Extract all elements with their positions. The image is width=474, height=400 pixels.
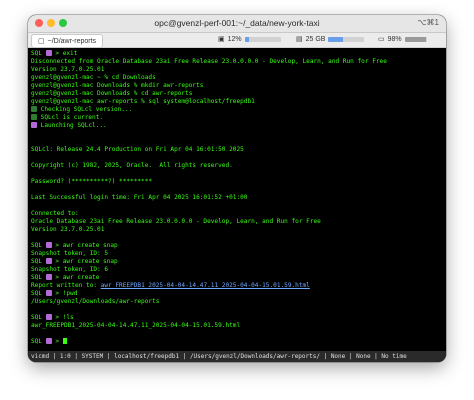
cpu-value: 12%: [227, 35, 242, 43]
terminal-line: Password? (**********?) *********: [31, 178, 152, 186]
terminal-text: > !pwd: [51, 290, 78, 297]
terminal-line: Snapshot token, ID: 5: [31, 250, 108, 258]
window-title: opc@gvenzl-perf-001:~/_data/new-york-tax…: [154, 18, 320, 28]
terminal-line: SQL > awr create snap: [31, 258, 118, 266]
terminal-text: SQL: [31, 314, 46, 321]
terminal-text: gvenzl@gvenzl-mac Downloads % cd awr-rep…: [31, 90, 193, 97]
terminal-line: Disconnected from Oracle Database 23ai F…: [31, 58, 387, 66]
cpu-icon: ▣: [218, 36, 225, 43]
terminal-line: gvenzl@gvenzl-mac Downloads % cd awr-rep…: [31, 90, 192, 98]
folder-icon: ▢: [38, 38, 45, 45]
terminal-text: Report written to:: [31, 282, 101, 289]
close-button[interactable]: [35, 19, 43, 27]
terminal-line: Version 23.7.0.25.01: [31, 226, 104, 234]
terminal-text: gvenzl@gvenzl-mac ~ % cd Downloads: [31, 74, 156, 81]
terminal-line: /Users/gvenzl/Downloads/awr-reports: [31, 298, 159, 306]
report-file-link[interactable]: awr_FREEPDB1_2025-04-04-14.47.11_2025-04…: [101, 282, 310, 289]
terminal-text: SQL: [31, 50, 46, 57]
terminal-text: Copyright (c) 1982, 2025, Oracle. All ri…: [31, 162, 233, 169]
memory-value: 25 GB: [305, 35, 326, 43]
terminal-text: gvenzl@gvenzl-mac Downloads % mkdir awr-…: [31, 82, 204, 89]
terminal-line: SQL > !pwd: [31, 290, 77, 298]
terminal-text: >: [51, 338, 63, 345]
terminal-text: SQL: [31, 242, 46, 249]
terminal-text: SQL: [31, 258, 46, 265]
text-cursor: [62, 338, 67, 344]
terminal-text: Last Successful login time: Fri Apr 04 2…: [31, 194, 248, 201]
terminal-text: Snapshot token, ID: 6: [31, 266, 109, 273]
terminal-line: SQL >: [31, 338, 67, 346]
terminal-text: Disconnected from Oracle Database 23ai F…: [31, 58, 387, 65]
terminal-line: SQL > exit: [31, 50, 77, 58]
terminal-line: gvenzl@gvenzl-mac Downloads % mkdir awr-…: [31, 82, 203, 90]
memory-icon: ▤: [296, 36, 303, 43]
window-controls: [35, 19, 67, 27]
terminal-line: Launching SQLcl...: [31, 122, 107, 130]
terminal-text: Launching SQLcl...: [37, 122, 107, 129]
status-bar: ▢ ~/D/awr-reports ▣ 12% ▤ 25 GB ▭ 98%: [28, 33, 446, 48]
zoom-button[interactable]: [59, 19, 67, 27]
terminal-text: > awr create snap: [51, 242, 118, 249]
battery-stat: ▭ 98%: [378, 35, 427, 43]
terminal-text: SQL: [31, 338, 46, 345]
battery-icon: ▭: [378, 36, 385, 43]
terminal-text: gvenzl@gvenzl-mac awr-reports % sql syst…: [31, 98, 255, 105]
terminal-text: SQLcl is current.: [37, 114, 104, 121]
cpu-stat: ▣ 12%: [218, 35, 281, 43]
terminal-line: awr_FREEPDB1_2025-04-04-14.47.11_2025-04…: [31, 322, 240, 330]
terminal-window: opc@gvenzl-perf-001:~/_data/new-york-tax…: [28, 15, 446, 362]
minimize-button[interactable]: [47, 19, 55, 27]
terminal-line: Copyright (c) 1982, 2025, Oracle. All ri…: [31, 162, 233, 170]
terminal-line: gvenzl@gvenzl-mac awr-reports % sql syst…: [31, 98, 255, 106]
terminal-text: SQLcl: Release 24.4 Production on Fri Ap…: [31, 146, 244, 153]
terminal-line: Snapshot token, ID: 6: [31, 266, 108, 274]
terminal-text: Password? (**********?) *********: [31, 178, 153, 185]
title-bar[interactable]: opc@gvenzl-perf-001:~/_data/new-york-tax…: [28, 15, 446, 33]
terminal-text: > awr create: [51, 274, 100, 281]
terminal-text: Checking SQLcl version...: [37, 106, 133, 113]
terminal-line: Connected to:: [31, 210, 79, 218]
terminal-text: > awr create snap: [51, 258, 118, 265]
terminal-text: SQL: [31, 274, 46, 281]
terminal-text: awr_FREEPDB1_2025-04-04-14.47.11_2025-04…: [31, 322, 241, 329]
memory-stat: ▤ 25 GB: [296, 35, 365, 43]
terminal-line: SQL > awr create: [31, 274, 99, 282]
terminal-line: Last Successful login time: Fri Apr 04 2…: [31, 194, 247, 202]
terminal-line: Checking SQLcl version...: [31, 106, 132, 114]
vi-status-line: vicmd | 1:0 | SYSTEM | localhost/freepdb…: [28, 351, 446, 362]
terminal-text: SQL: [31, 290, 46, 297]
terminal-line: SQLcl is current.: [31, 114, 103, 122]
memory-bar: [328, 36, 365, 42]
terminal-text: Connected to:: [31, 210, 79, 217]
tab-awr-reports[interactable]: ▢ ~/D/awr-reports: [31, 34, 104, 48]
battery-value: 98%: [387, 35, 402, 43]
cpu-bar: [244, 36, 281, 42]
terminal-output[interactable]: SQL > exit Disconnected from Oracle Datab…: [28, 48, 446, 351]
terminal-line: SQL > awr create snap: [31, 242, 118, 250]
terminal-line: gvenzl@gvenzl-mac ~ % cd Downloads: [31, 74, 156, 82]
terminal-text: Version 23.7.0.25.01: [31, 66, 105, 73]
terminal-line: Oracle Database 23ai Free Release 23.0.0…: [31, 218, 321, 226]
terminal-text: Version 23.7.0.25.01: [31, 226, 105, 233]
terminal-text: > exit: [51, 50, 78, 57]
battery-bar: [404, 36, 427, 42]
terminal-text: Oracle Database 23ai Free Release 23.0.0…: [31, 218, 321, 225]
tab-label: ~/D/awr-reports: [47, 37, 97, 45]
terminal-line: SQLcl: Release 24.4 Production on Fri Ap…: [31, 146, 244, 154]
terminal-text: > !ls: [51, 314, 74, 321]
terminal-line: SQL > !ls: [31, 314, 74, 322]
window-shortcut: ⌥⌘1: [417, 18, 439, 27]
terminal-text: /Users/gvenzl/Downloads/awr-reports: [31, 298, 160, 305]
terminal-line: Report written to: awr_FREEPDB1_2025-04-…: [31, 282, 310, 290]
terminal-text: Snapshot token, ID: 5: [31, 250, 109, 257]
terminal-line: Version 23.7.0.25.01: [31, 66, 104, 74]
